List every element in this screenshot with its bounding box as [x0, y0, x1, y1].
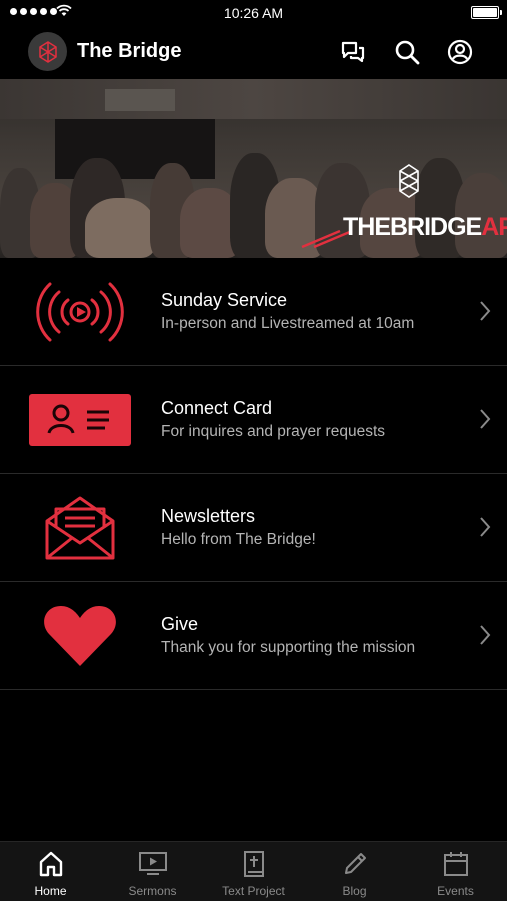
hero-banner[interactable]: THEBRIDGEAPP [0, 79, 507, 258]
menu-item-subtitle: Hello from The Bridge! [161, 531, 316, 548]
bible-icon [243, 851, 264, 877]
tab-label: Home [34, 884, 67, 898]
hero-ceiling [0, 79, 507, 119]
account-icon [447, 39, 473, 65]
search-icon [395, 40, 420, 65]
tab-text-project[interactable]: Text Project [203, 842, 304, 901]
tab-label: Events [437, 884, 474, 898]
app-title: The Bridge [77, 40, 182, 62]
menu-item-subtitle: In-person and Livestreamed at 10am [161, 315, 415, 332]
menu-item-subtitle: Thank you for supporting the mission [161, 639, 416, 656]
search-button[interactable] [393, 38, 421, 66]
clock-time: 10:26 AM [223, 5, 284, 21]
tab-home[interactable]: Home [0, 842, 101, 901]
tab-label: Sermons [128, 884, 177, 898]
app-logo[interactable] [28, 32, 67, 71]
tab-sermons[interactable]: Sermons [102, 842, 203, 901]
chevron-right-icon [480, 625, 491, 645]
hero-brand-accent: APP [481, 213, 507, 241]
envelope-icon [45, 496, 115, 559]
menu-item-sunday-service[interactable]: Sunday Service In-person and Livestreame… [0, 258, 507, 366]
tab-events[interactable]: Events [405, 842, 506, 901]
heart-icon [44, 605, 116, 666]
hero-brand-text: THEBRIDGEAPP [343, 213, 507, 242]
menu-item-newsletters[interactable]: Newsletters Hello from The Bridge! [0, 474, 507, 582]
tab-label: Blog [342, 884, 367, 898]
tab-label: Text Project [222, 884, 285, 898]
app-header: The Bridge [0, 26, 507, 79]
pencil-icon [344, 853, 366, 874]
chevron-right-icon [480, 409, 491, 429]
status-bar: 10:26 AM [0, 0, 507, 26]
chat-button[interactable] [339, 38, 367, 66]
bridge-logo-icon [399, 164, 419, 198]
calendar-icon [443, 852, 468, 876]
hero-brand-main: THEBRIDGE [343, 213, 482, 241]
menu-item-icon [25, 582, 135, 689]
menu-item-icon [25, 366, 135, 473]
home-icon [39, 851, 62, 877]
menu-item-title: Sunday Service [161, 290, 288, 310]
battery-icon [471, 6, 502, 19]
menu-item-subtitle: For inquires and prayer requests [161, 423, 386, 440]
tv-icon [138, 852, 167, 875]
menu-item-title: Newsletters [161, 506, 256, 526]
menu-item-icon [25, 474, 135, 581]
menu-item-connect-card[interactable]: Connect Card For inquires and prayer req… [0, 366, 507, 474]
menu-list: Sunday Service In-person and Livestreame… [0, 258, 507, 690]
bridge-logo-icon [38, 40, 57, 63]
livestream-icon [36, 282, 124, 341]
chevron-right-icon [480, 517, 491, 537]
menu-item-give[interactable]: Give Thank you for supporting the missio… [0, 582, 507, 690]
account-button[interactable] [446, 38, 474, 66]
menu-item-icon [25, 258, 135, 365]
tab-bar: Home Sermons Text Project Blog Events [0, 841, 507, 901]
hero-screen [105, 89, 175, 111]
tab-blog[interactable]: Blog [304, 842, 405, 901]
chat-icon [341, 41, 365, 63]
menu-item-title: Give [161, 614, 199, 634]
menu-item-title: Connect Card [161, 398, 273, 418]
chevron-right-icon [480, 301, 491, 321]
contact-card-icon [29, 393, 131, 446]
